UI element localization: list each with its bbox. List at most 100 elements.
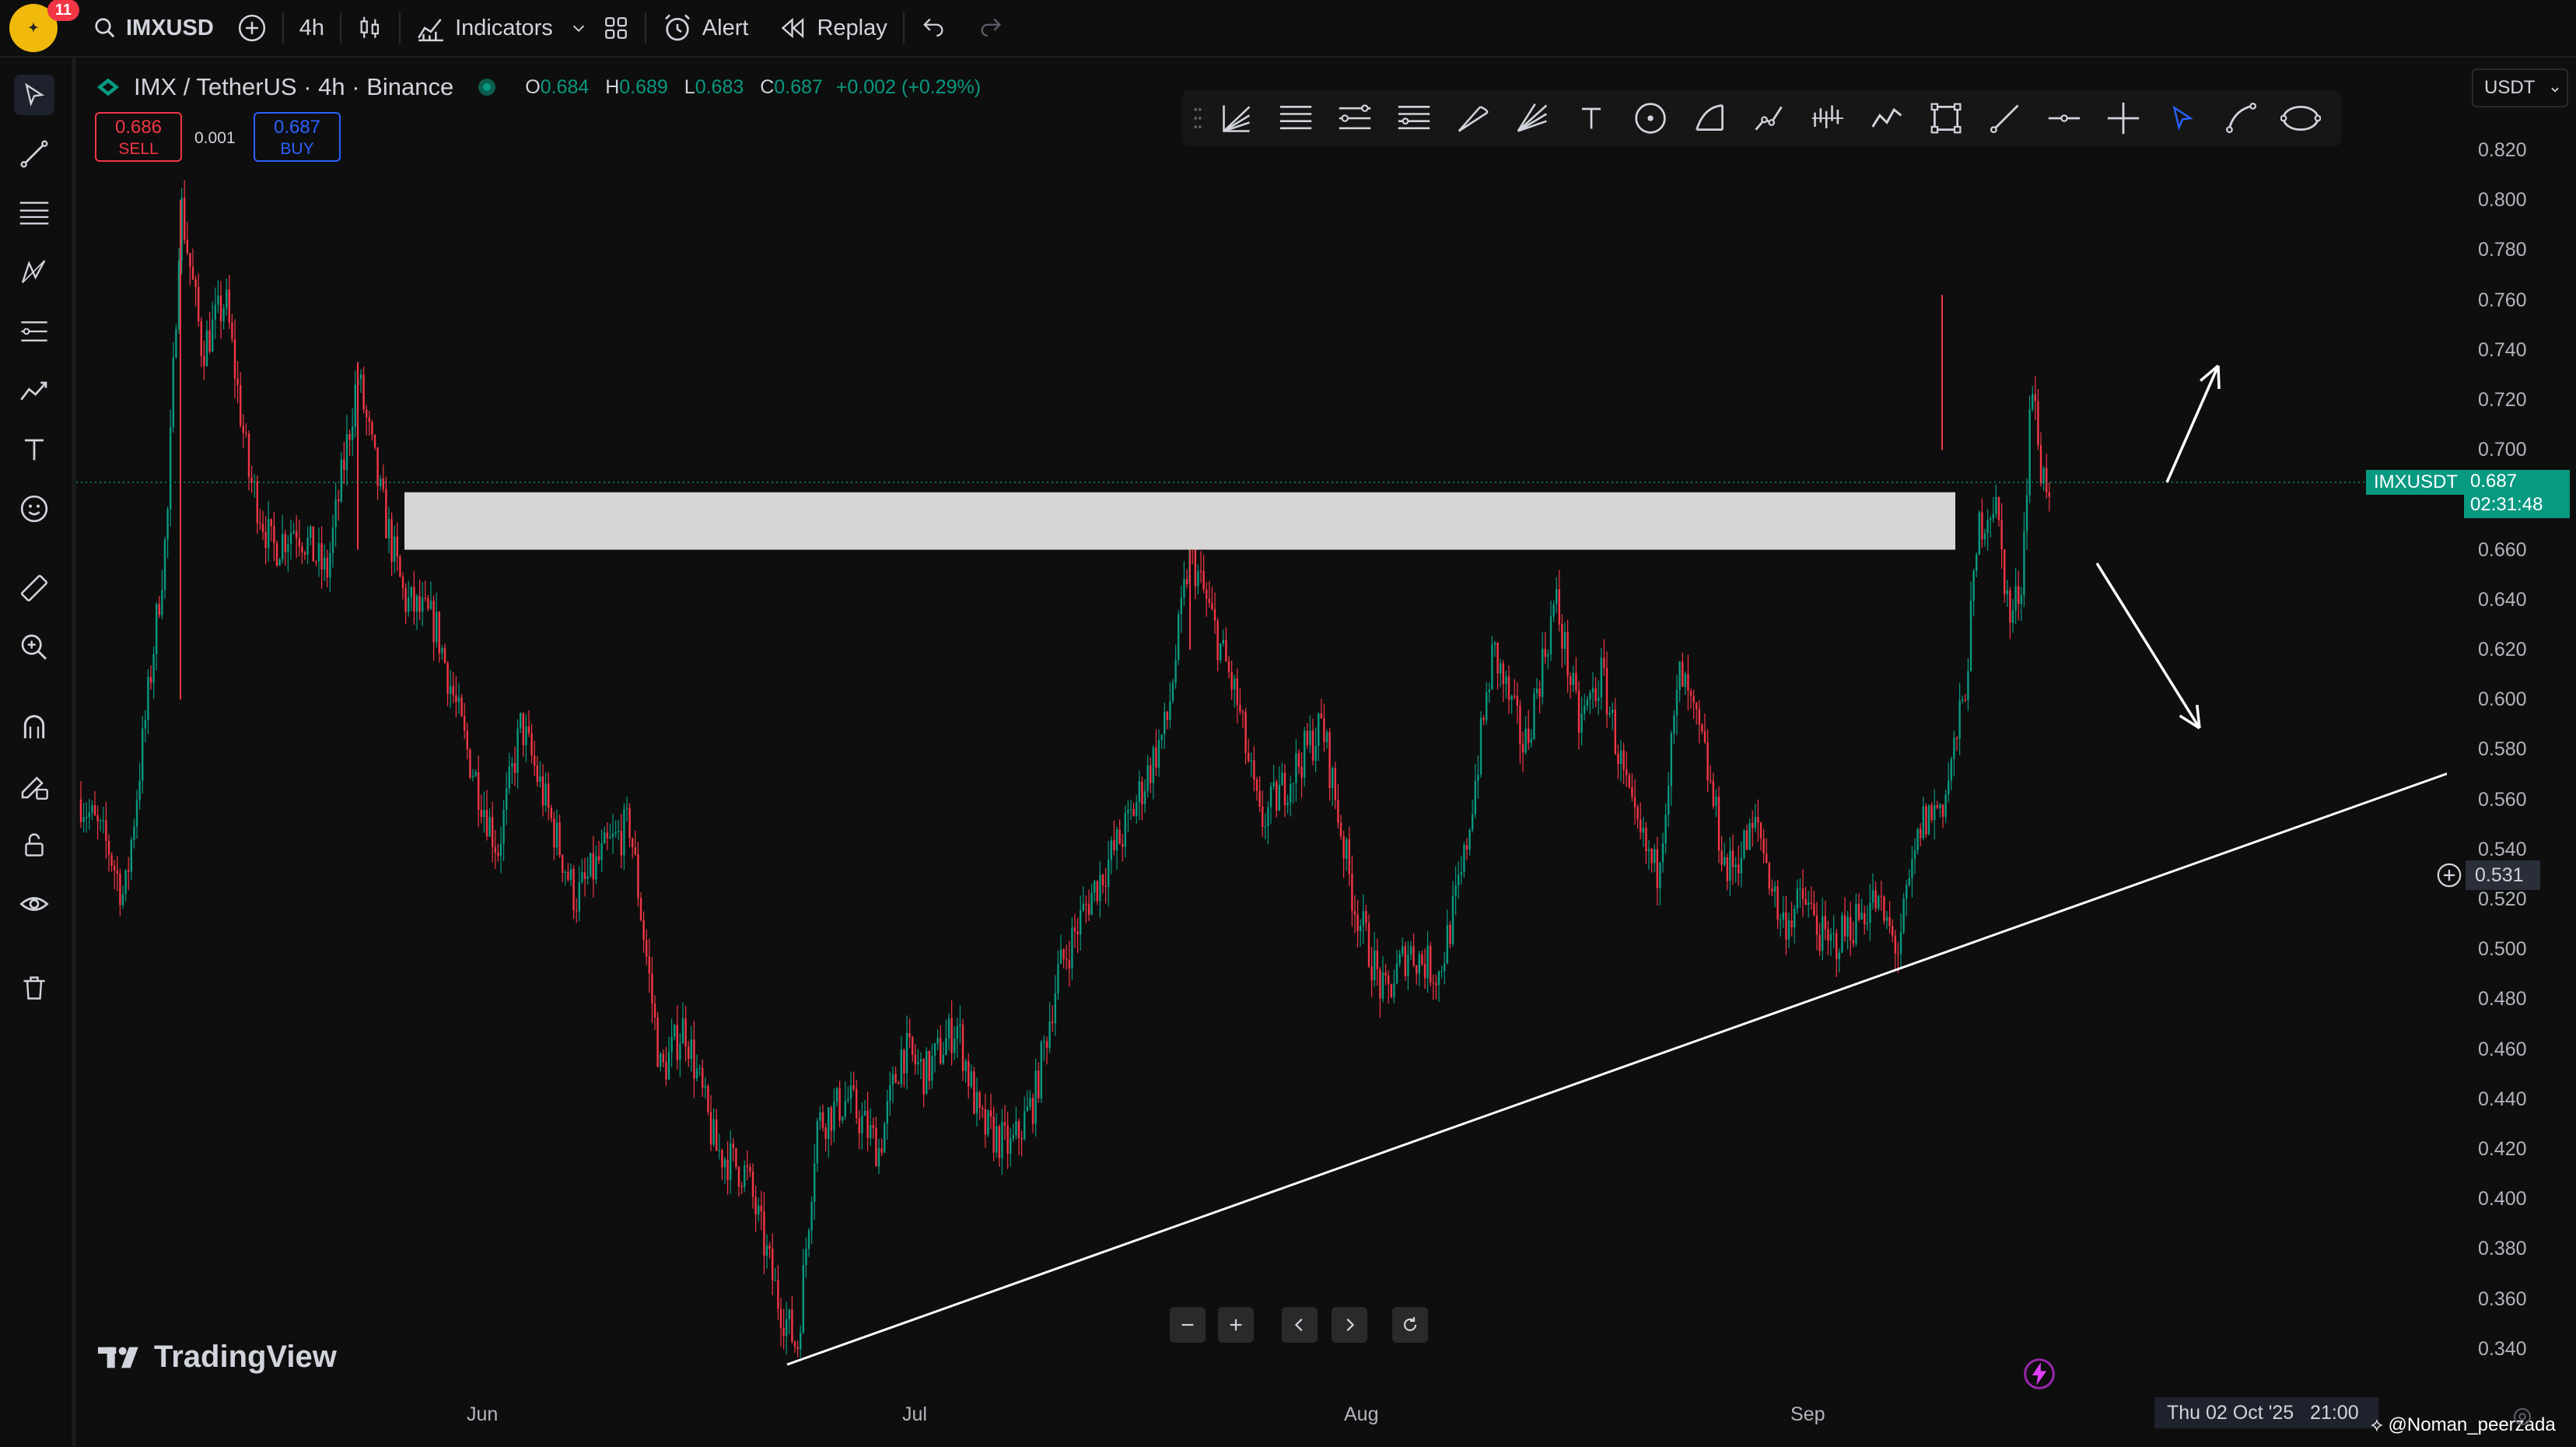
candle-body <box>1054 993 1056 1024</box>
fib-extension-tool[interactable] <box>1325 90 1384 146</box>
indicators-dropdown[interactable] <box>570 0 587 56</box>
zoom-tool[interactable] <box>14 627 54 667</box>
chart-type-button[interactable] <box>357 0 383 56</box>
alert-button[interactable]: Alert <box>662 0 748 56</box>
path-tool[interactable] <box>1739 90 1798 146</box>
zoom-in-button[interactable] <box>1218 1307 1254 1343</box>
candle-body <box>1740 857 1742 874</box>
candle-body <box>1804 899 1807 906</box>
buy-button[interactable]: 0.687 BUY <box>254 112 341 162</box>
fib-retracement-tool[interactable] <box>1266 90 1325 146</box>
candle-body <box>586 876 589 879</box>
projection-tool[interactable] <box>1857 90 1916 146</box>
scroll-right-button[interactable] <box>1332 1307 1367 1343</box>
resistance-zone[interactable] <box>404 492 1955 550</box>
drawing-mode-tool[interactable] <box>14 766 54 806</box>
user-avatar[interactable]: ✦ 11 <box>9 0 79 52</box>
candle-body <box>884 1123 886 1153</box>
quick-trade-button[interactable] <box>2022 1357 2056 1391</box>
ray-tool[interactable] <box>1976 90 2035 146</box>
remove-drawings-tool[interactable] <box>14 968 54 1008</box>
interval-button[interactable]: 4h <box>299 0 324 56</box>
candle-body <box>324 557 326 570</box>
candle-body <box>544 783 547 806</box>
layouts-button[interactable] <box>603 0 629 56</box>
forecast-tool[interactable] <box>14 311 54 352</box>
magnet-tool[interactable] <box>14 706 54 747</box>
candle-body <box>1003 1122 1006 1126</box>
chart-settings-button[interactable] <box>2511 1405 2534 1428</box>
chart-pane[interactable] <box>76 58 2447 1427</box>
bars-pattern-tool[interactable] <box>1798 90 1857 146</box>
fib-tool[interactable] <box>14 193 54 233</box>
candle-body <box>1874 890 1877 909</box>
symbol-search-button[interactable]: IMXUSD <box>93 0 214 56</box>
candle-body <box>1720 850 1723 865</box>
zoom-in-icon <box>21 634 47 660</box>
text-annotation-tool[interactable] <box>1562 90 1621 146</box>
market-status-icon[interactable] <box>478 79 496 96</box>
candle-body <box>2037 401 2039 446</box>
sell-button[interactable]: 0.686 SELL <box>95 112 182 162</box>
price-chart[interactable] <box>76 58 2447 1427</box>
fib-fan-tool[interactable] <box>1207 90 1266 146</box>
compare-symbol-button[interactable] <box>237 0 267 56</box>
icon-tool[interactable] <box>14 489 54 529</box>
text-tool[interactable] <box>14 429 54 470</box>
add-alert-button[interactable] <box>2436 862 2464 890</box>
candle-body <box>432 601 435 643</box>
trend-line-tool[interactable] <box>14 134 54 174</box>
indicators-button[interactable]: Indicators <box>416 0 553 56</box>
tradingview-watermark[interactable]: TradingView <box>98 1340 337 1375</box>
pattern-tool[interactable] <box>14 252 54 293</box>
candle-body <box>1216 620 1219 660</box>
candle-body <box>1248 752 1250 762</box>
candle-body <box>1402 946 1404 955</box>
scroll-left-button[interactable] <box>1282 1307 1318 1343</box>
lock-tool[interactable] <box>14 825 54 865</box>
candle-body <box>1477 774 1479 781</box>
candle-body <box>172 357 174 428</box>
brush-tool[interactable] <box>14 370 54 411</box>
undo-button[interactable] <box>920 0 947 56</box>
pitchfan-tool[interactable] <box>1444 90 1503 146</box>
cursor-tool[interactable] <box>14 75 54 115</box>
arrow-cursor-tool[interactable] <box>2153 90 2212 146</box>
candle-body <box>1384 972 1387 976</box>
redo-button[interactable] <box>978 0 1004 56</box>
horizontal-ray-tool[interactable] <box>2035 90 2094 146</box>
cross-line-tool[interactable] <box>2094 90 2153 146</box>
replay-button[interactable]: Replay <box>779 0 887 56</box>
top-toolbar: ✦ 11 IMXUSD 4h Indicators Alert Replay <box>0 0 2576 58</box>
candle-body <box>1045 1041 1048 1048</box>
arc-tool[interactable] <box>1680 90 1739 146</box>
candle-body <box>1516 695 1518 706</box>
circle-tool[interactable] <box>1621 90 1680 146</box>
zoom-out-button[interactable] <box>1170 1307 1206 1343</box>
hide-drawings-tool[interactable] <box>14 884 54 924</box>
lock-icon <box>25 833 44 857</box>
price-tick-label: 0.380 <box>2478 1238 2527 1260</box>
candle-body <box>1272 782 1275 787</box>
up-arrow[interactable] <box>2165 364 2221 483</box>
candle-body <box>1538 688 1541 697</box>
candle-body <box>1444 963 1446 972</box>
fib-channel-tool[interactable] <box>1384 90 1444 146</box>
measure-tool[interactable] <box>14 568 54 608</box>
price-tick-label: 0.540 <box>2478 838 2527 860</box>
curve-tool[interactable] <box>2212 90 2271 146</box>
grid-icon <box>604 17 627 39</box>
reset-chart-button[interactable] <box>1392 1307 1428 1343</box>
drag-handle[interactable] <box>1188 90 1207 146</box>
candle-body <box>1768 863 1770 889</box>
candle-body <box>940 1038 942 1063</box>
gann-fan-tool[interactable] <box>1503 90 1562 146</box>
down-arrow[interactable] <box>2095 562 2201 730</box>
candle-body <box>1087 904 1090 915</box>
candle-body <box>1264 826 1266 828</box>
price-scale[interactable]: 0.8200.8000.7800.7600.7400.7200.7000.680… <box>2447 58 2576 1427</box>
candle-body <box>1544 648 1546 657</box>
rectangle-tool[interactable] <box>1916 90 1976 146</box>
ellipse-tool[interactable] <box>2271 90 2330 146</box>
candle-body <box>639 898 642 920</box>
